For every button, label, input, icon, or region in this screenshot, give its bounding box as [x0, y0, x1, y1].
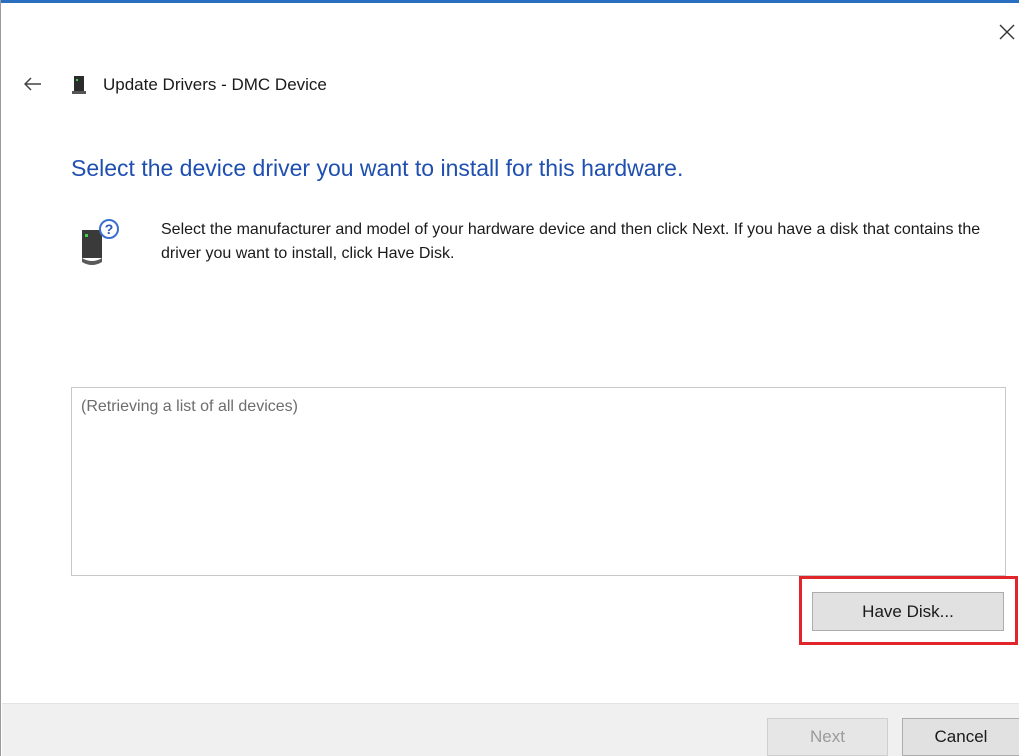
close-button[interactable]: [995, 18, 1019, 46]
next-button[interactable]: Next: [767, 718, 888, 756]
device-list[interactable]: (Retrieving a list of all devices): [71, 387, 1006, 576]
window-title: Update Drivers - DMC Device: [103, 75, 327, 94]
update-drivers-window: Update Drivers - DMC Device Select the d…: [0, 0, 1019, 756]
close-icon: [999, 24, 1015, 40]
back-arrow-icon: [24, 77, 41, 91]
page-heading: Select the device driver you want to ins…: [71, 155, 684, 181]
have-disk-button[interactable]: Have Disk...: [812, 592, 1004, 631]
cancel-button[interactable]: Cancel: [902, 718, 1019, 756]
svg-text:?: ?: [105, 221, 114, 237]
device-list-status: (Retrieving a list of all devices): [81, 398, 298, 415]
instruction-text: Select the manufacturer and model of you…: [161, 221, 981, 262]
device-icon: [72, 76, 86, 94]
hardware-question-icon: ?: [82, 219, 119, 265]
back-button[interactable]: [21, 72, 45, 96]
